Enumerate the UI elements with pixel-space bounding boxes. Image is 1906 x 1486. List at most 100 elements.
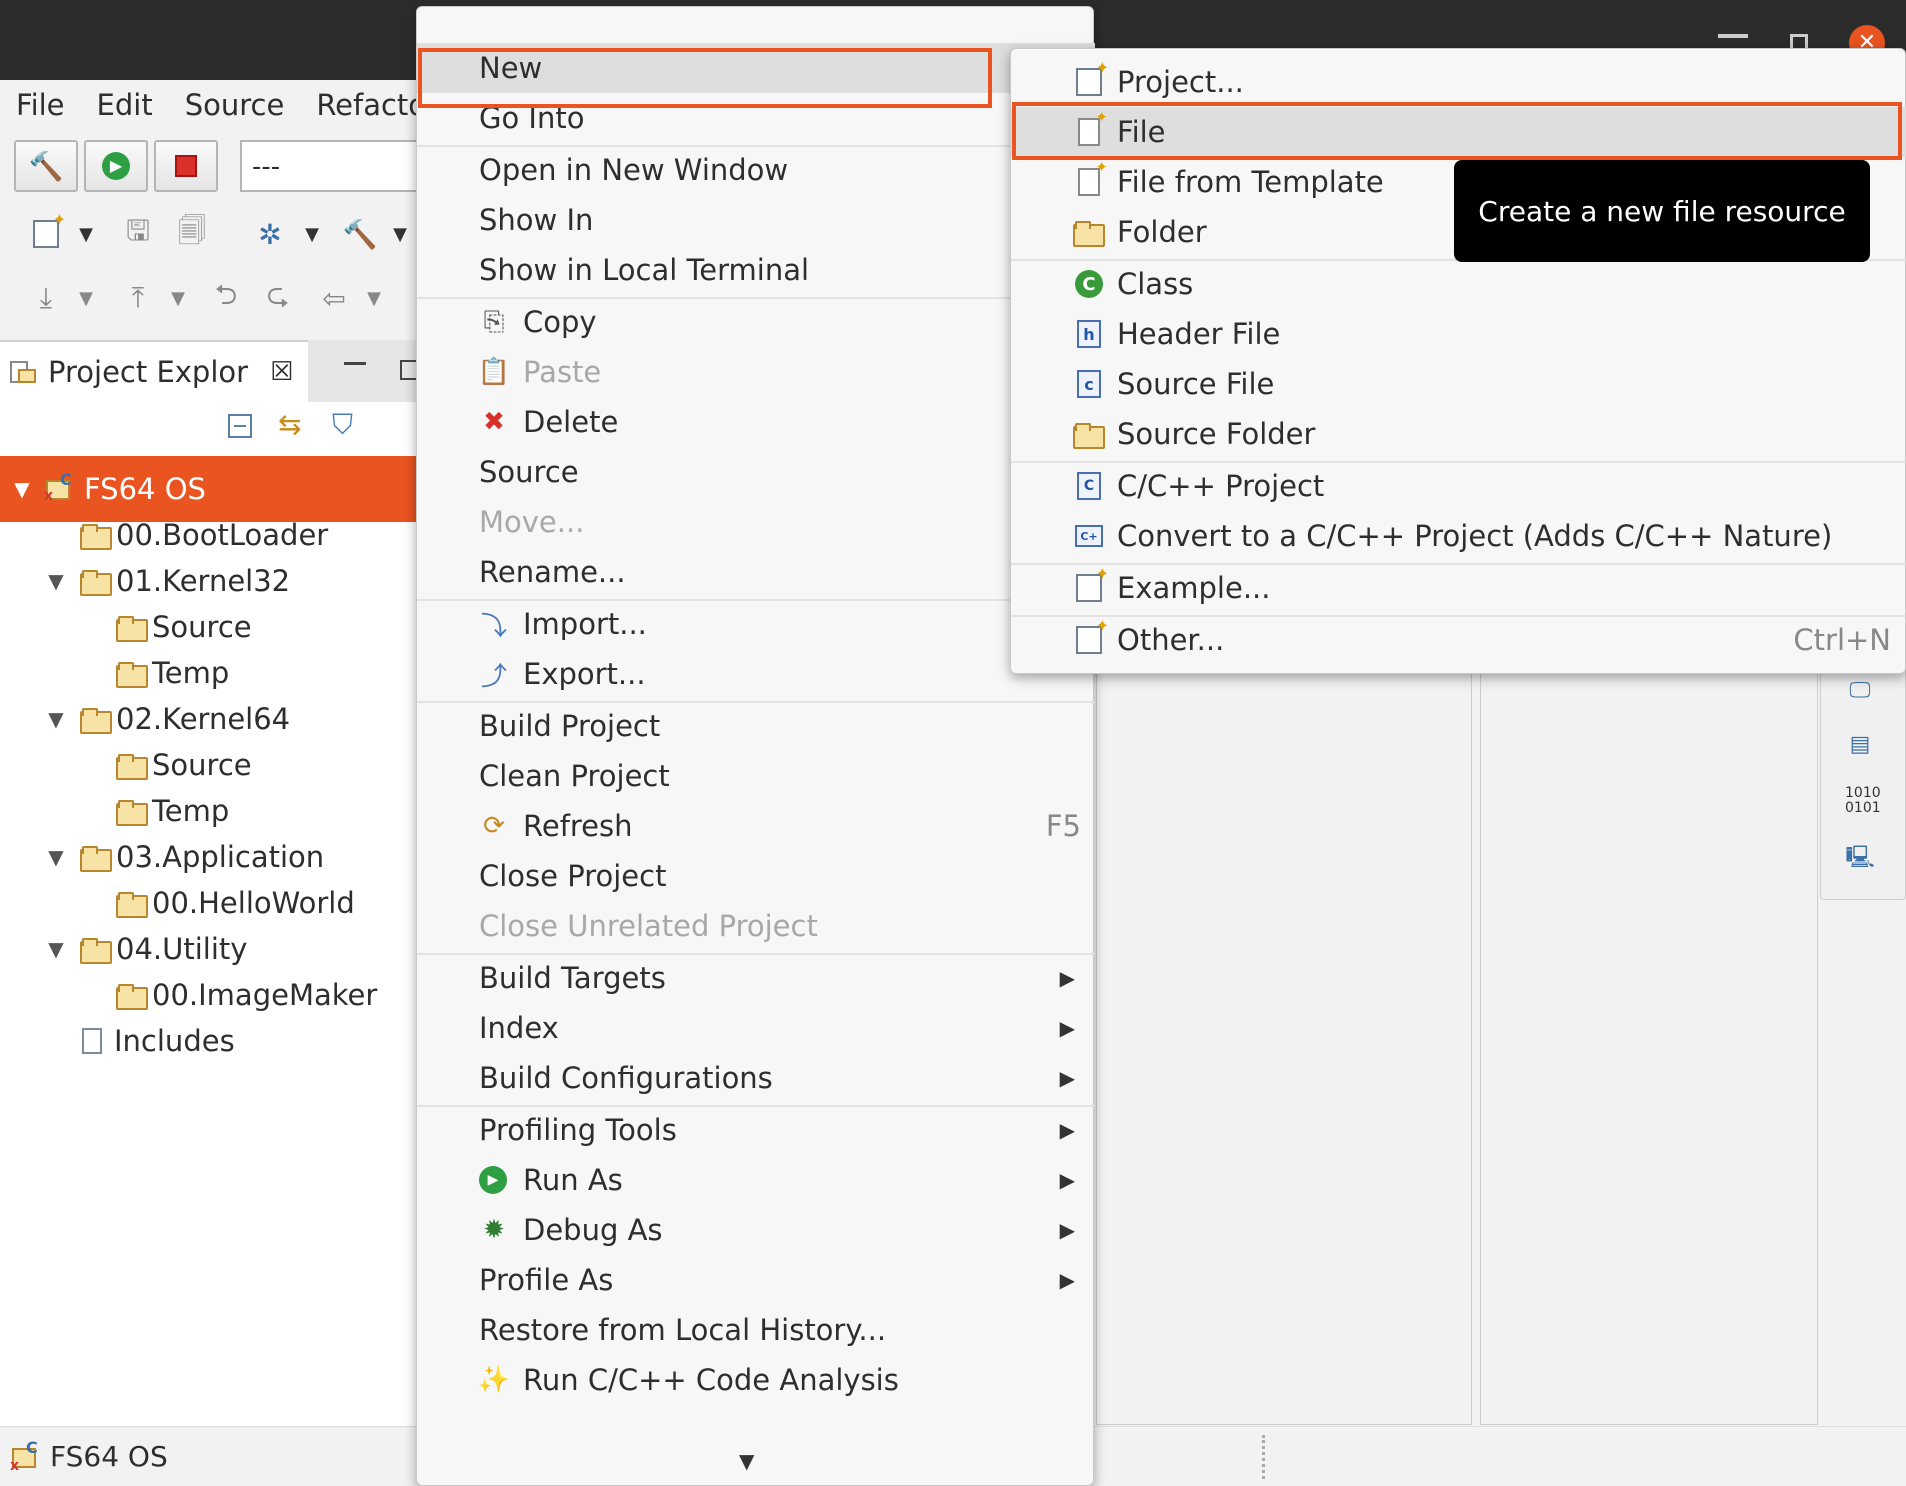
terminal-icon[interactable]: 🖳 — [1845, 840, 1875, 870]
folder-icon — [80, 938, 112, 964]
tree-item-04-utility[interactable]: ▼ 04.Utility — [44, 926, 247, 972]
submenu-item-project[interactable]: Project... — [1011, 57, 1906, 107]
delete-icon: ✖ — [483, 407, 505, 437]
next-annotation-icon[interactable]: ⤓ — [26, 278, 66, 318]
minimize-view-icon[interactable] — [344, 362, 366, 365]
menu-item-label: Source — [479, 455, 579, 489]
menu-item-import[interactable]: ⤵ Import... — [417, 599, 1095, 649]
collapse-all-icon[interactable] — [228, 414, 252, 438]
build-button[interactable]: 🔨 — [14, 140, 78, 192]
menu-item-restore-from-local-history[interactable]: Restore from Local History... — [417, 1305, 1095, 1355]
submenu-arrow-icon: ▶ — [1059, 1118, 1075, 1142]
menu-item-run-c-c-code-analysis[interactable]: ✨ Run C/C++ Code Analysis — [417, 1355, 1095, 1405]
filter-icon[interactable]: ⛉ — [332, 408, 353, 442]
menu-item-label: Run C/C++ Code Analysis — [523, 1363, 899, 1397]
tree-item-includes[interactable]: Includes — [44, 1018, 235, 1064]
submenu-item-other[interactable]: Other... Ctrl+N — [1011, 615, 1906, 665]
submenu-item-source-folder[interactable]: Source Folder — [1011, 409, 1906, 459]
tree-item-00-helloworld[interactable]: 00.HelloWorld — [80, 880, 355, 926]
source-file-icon: c — [1073, 368, 1105, 400]
chevron-down-icon[interactable]: ▼ — [300, 214, 324, 254]
menu-item-go-into[interactable]: Go Into — [417, 93, 1095, 143]
menu-item-copy[interactable]: ⎘CopyC — [417, 297, 1095, 347]
menu-item-build-project[interactable]: Build Project — [417, 701, 1095, 751]
menu-item-profile-as[interactable]: Profile As ▶ — [417, 1255, 1095, 1305]
submenu-item-header-file[interactable]: h Header File — [1011, 309, 1906, 359]
menu-item-rename[interactable]: Rename... — [417, 547, 1095, 597]
menu-item-debug-as[interactable]: ✹ Debug As ▶ — [417, 1205, 1095, 1255]
submenu-item-class[interactable]: C Class — [1011, 259, 1906, 309]
tree-item-03-application[interactable]: ▼ 03.Application — [44, 834, 324, 880]
menu-item-delete[interactable]: ✖ Delete — [417, 397, 1095, 447]
run-button[interactable]: ▶ — [84, 140, 148, 192]
scroll-down-icon[interactable]: ▼ — [739, 1449, 754, 1473]
menu-item-show-in-local-terminal[interactable]: Show in Local Terminal — [417, 245, 1095, 295]
prev-annotation-icon[interactable]: ⤒ — [118, 278, 158, 318]
tree-item-source[interactable]: Source — [80, 742, 252, 788]
menu-file[interactable]: File — [0, 88, 81, 122]
chevron-down-icon[interactable]: ▼ — [74, 278, 98, 318]
menu-item-build-targets[interactable]: Build Targets ▶ — [417, 953, 1095, 1003]
menu-item-clean-project[interactable]: Clean Project — [417, 751, 1095, 801]
tab-project-explorer[interactable]: Project Explor ☒ — [0, 340, 308, 402]
tree-item-temp[interactable]: Temp — [80, 788, 229, 834]
console-icon[interactable]: 🖵 — [1845, 678, 1875, 708]
expand-arrow-icon[interactable]: ▼ — [44, 937, 68, 961]
submenu-item-source-file[interactable]: c Source File — [1011, 359, 1906, 409]
chevron-down-icon[interactable]: ▼ — [388, 214, 412, 254]
link-editor-icon[interactable]: ⇆ — [278, 408, 301, 441]
new-project-icon — [1073, 58, 1109, 98]
chevron-down-icon[interactable]: ▼ — [362, 278, 386, 318]
last-edit-icon[interactable]: ⮌ — [206, 278, 246, 318]
debug-config-icon[interactable]: ✲ — [250, 214, 290, 254]
tree-item-temp[interactable]: Temp — [80, 650, 229, 696]
tree-item-source[interactable]: Source — [80, 604, 252, 650]
menu-item-source[interactable]: Source — [417, 447, 1095, 497]
tree-item-02-kernel64[interactable]: ▼ 02.Kernel64 — [44, 696, 290, 742]
tree-item-00-bootloader[interactable]: 00.BootLoader — [44, 512, 328, 558]
menu-item-label: Rename... — [479, 555, 626, 589]
launch-config-combo[interactable]: --- — [240, 140, 440, 192]
chevron-down-icon[interactable]: ▼ — [74, 214, 98, 254]
tree-item-01-kernel32[interactable]: ▼ 01.Kernel32 — [44, 558, 290, 604]
tree-item-label: Temp — [152, 794, 230, 828]
forward-edit-icon[interactable]: ⮎ — [258, 278, 298, 318]
menu-edit[interactable]: Edit — [81, 88, 169, 122]
expand-arrow-icon[interactable]: ▼ — [44, 569, 68, 593]
menu-item-new[interactable]: New — [417, 43, 1095, 93]
menu-item-refresh[interactable]: ⟳ Refresh F5 — [417, 801, 1095, 851]
menu-item-build-configurations[interactable]: Build Configurations ▶ — [417, 1053, 1095, 1103]
expand-arrow-icon[interactable]: ▼ — [10, 477, 34, 501]
menu-item-label: Refresh — [523, 809, 633, 843]
tree-item-00-imagemaker[interactable]: 00.ImageMaker — [80, 972, 377, 1018]
menu-source[interactable]: Source — [169, 88, 301, 122]
menu-item-run-as[interactable]: ▶ Run As ▶ — [417, 1155, 1095, 1205]
submenu-item-convert-to-a-c-c-project-adds-c-c-nature[interactable]: C+ Convert to a C/C++ Project (Adds C/C++… — [1011, 511, 1906, 561]
menu-item-show-in[interactable]: Show InShift+Alt+W — [417, 195, 1195, 245]
table-view-icon[interactable]: ▤ — [1845, 732, 1875, 762]
back-icon[interactable]: ⇦ — [314, 278, 354, 318]
menu-item-close-project[interactable]: Close Project — [417, 851, 1095, 901]
menu-item-open-in-new-window[interactable]: Open in New Window — [417, 145, 1095, 195]
tree-item-fs64-os[interactable]: ▼ x C FS64 OS — [10, 466, 206, 512]
menu-item-label: Close Project — [479, 859, 667, 893]
expand-arrow-icon[interactable]: ▼ — [44, 707, 68, 731]
import-icon: ⤵ — [480, 611, 507, 642]
close-tab-icon[interactable]: ☒ — [270, 357, 293, 387]
build-all-icon[interactable]: 🔨 — [340, 214, 380, 254]
menu-item-export[interactable]: ⤴ Export... — [417, 649, 1095, 699]
submenu-item-example[interactable]: Example... — [1011, 563, 1906, 613]
expand-arrow-icon[interactable]: ▼ — [44, 845, 68, 869]
minimize-icon[interactable] — [1718, 34, 1748, 38]
save-icon[interactable]: 🖫 — [118, 214, 158, 254]
menu-item-index[interactable]: Index ▶ — [417, 1003, 1095, 1053]
submenu-item-c-c-project[interactable]: C C/C++ Project — [1011, 461, 1906, 511]
new-wizard-icon[interactable] — [26, 210, 66, 254]
chevron-down-icon[interactable]: ▼ — [166, 278, 190, 318]
stop-button[interactable] — [154, 140, 218, 192]
submenu-item-file[interactable]: File — [1011, 107, 1906, 157]
project-icon: xC — [10, 1437, 38, 1474]
menu-item-profiling-tools[interactable]: Profiling Tools ▶ — [417, 1105, 1095, 1155]
save-all-icon[interactable]: 🗐 — [172, 214, 212, 254]
memory-icon[interactable]: 1010 0101 — [1845, 786, 1881, 816]
